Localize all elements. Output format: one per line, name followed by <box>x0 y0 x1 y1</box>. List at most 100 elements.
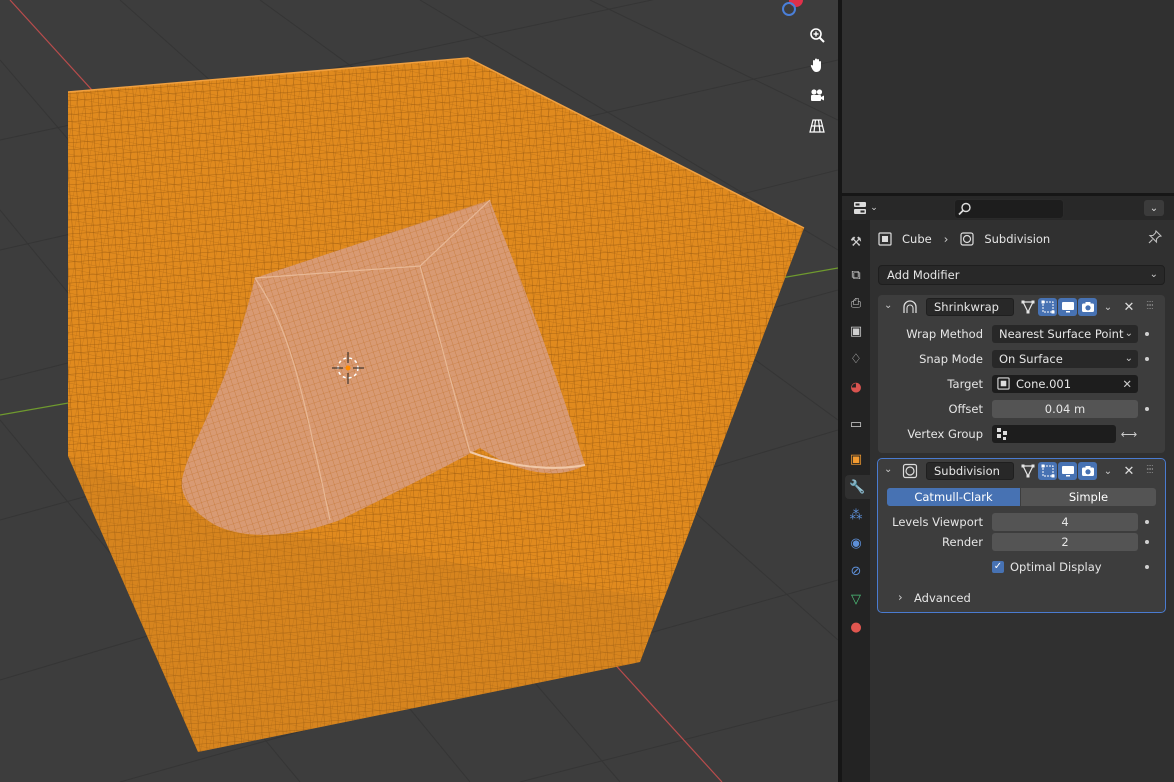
subdivision-panel-header[interactable]: ⌄ Subdivision ⌄ ✕ :::::::: <box>878 459 1165 483</box>
subdivision-icon <box>902 463 918 479</box>
snap-mode-dropdown[interactable]: On Surface ⌄ <box>992 350 1138 368</box>
camera-icon[interactable] <box>805 84 829 108</box>
vertex-group-label: Vertex Group <box>907 427 983 441</box>
tab-object[interactable]: ▣ <box>844 447 868 471</box>
wrap-method-value: Nearest Surface Point <box>999 327 1124 341</box>
subdivision-icon <box>960 232 974 246</box>
keyframe-dot-icon[interactable] <box>1145 332 1149 336</box>
wrap-method-label: Wrap Method <box>906 327 983 341</box>
wrap-method-dropdown[interactable]: Nearest Surface Point ⌄ <box>992 325 1138 343</box>
outliner-area[interactable] <box>842 0 1174 193</box>
realtime-toggle[interactable] <box>1058 462 1077 480</box>
constraints-icon: ⊘ <box>850 563 862 579</box>
object-icon: ▣ <box>849 451 863 467</box>
viewport-scene[interactable] <box>0 0 838 782</box>
edit-mode-toggle[interactable] <box>1018 298 1037 316</box>
catmull-clark-option[interactable]: Catmull-Clark <box>887 488 1020 506</box>
target-label: Target <box>947 377 983 391</box>
tab-constraints[interactable]: ⊘ <box>844 559 868 583</box>
keyframe-dot-icon[interactable] <box>1145 540 1149 544</box>
target-object-field[interactable]: Cone.001 ✕ <box>992 375 1138 393</box>
axis-gizmo-icon[interactable] <box>782 0 803 16</box>
optimal-display-label: Optimal Display <box>1010 560 1102 574</box>
vertex-triangle-icon <box>1021 300 1034 314</box>
drag-handle-icon[interactable]: :::::::: <box>1146 463 1154 475</box>
pin-icon[interactable] <box>1148 229 1163 247</box>
shrinkwrap-panel-header[interactable]: ⌄ Shrinkwrap ⌄ ✕ :::::::: <box>878 295 1165 319</box>
chevron-down-icon[interactable]: ⌄ <box>884 300 892 311</box>
remove-modifier-button[interactable]: ✕ <box>1121 462 1137 480</box>
chevron-down-icon[interactable]: ⌄ <box>884 464 892 475</box>
chevron-down-icon: ⌄ <box>1124 353 1133 364</box>
on-cage-toggle[interactable] <box>1038 298 1057 316</box>
optimal-display-checkbox[interactable]: ✓ <box>992 561 1004 573</box>
particles-icon: ⁂ <box>849 507 863 523</box>
tab-world[interactable]: ◕ <box>844 375 868 399</box>
material-icon: ● <box>850 619 862 635</box>
modifier-extras-dropdown[interactable]: ⌄ <box>1100 298 1116 316</box>
vertex-group-field[interactable] <box>992 425 1116 443</box>
tab-collection[interactable]: ▭ <box>844 412 868 436</box>
properties-editor: ⌄ ⌄ ⚒ ⧉ ⎙ ▣ ♢ ◕ ▭ ▣ 🔧 ⁂ ◉ ⊘ ▽ ● Cube › S… <box>842 196 1174 782</box>
shrinkwrap-panel: ⌄ Shrinkwrap ⌄ ✕ :::::::: Wrap Method Ne… <box>878 295 1165 453</box>
modifier-name-field[interactable]: Subdivision <box>926 462 1014 480</box>
output-icon: ⎙ <box>850 295 862 311</box>
subdivision-panel: ⌄ Subdivision ⌄ ✕ :::::::: Catmull-Clark… <box>877 458 1166 613</box>
keyframe-dot-icon[interactable] <box>1145 357 1149 361</box>
chevron-right-icon[interactable]: › <box>898 590 903 604</box>
tab-physics[interactable]: ◉ <box>844 531 868 555</box>
modifier-name-field[interactable]: Shrinkwrap <box>926 298 1014 316</box>
close-icon: ✕ <box>1123 463 1135 479</box>
tab-data[interactable]: ▽ <box>844 587 868 611</box>
clear-icon[interactable]: ✕ <box>1122 375 1132 393</box>
tab-modifiers[interactable]: 🔧 <box>845 475 870 499</box>
zoom-icon[interactable] <box>805 23 829 47</box>
keyframe-dot-icon[interactable] <box>1145 565 1149 569</box>
keyframe-dot-icon[interactable] <box>1145 520 1149 524</box>
advanced-subpanel-header[interactable]: Advanced <box>914 591 971 605</box>
tab-output[interactable]: ⎙ <box>844 291 868 315</box>
vertex-triangle-icon <box>1021 464 1034 478</box>
monitor-icon <box>1061 302 1074 313</box>
scene-icon: ♢ <box>850 351 862 367</box>
tab-tool[interactable]: ⚒ <box>844 230 868 254</box>
hand-pan-icon[interactable] <box>805 53 829 77</box>
on-cage-toggle[interactable] <box>1038 462 1057 480</box>
chevron-right-icon: › <box>943 232 949 246</box>
render-levels-label: Render <box>942 535 983 549</box>
shrinkwrap-icon <box>903 300 917 313</box>
monitor-icon <box>1061 466 1074 477</box>
realtime-toggle[interactable] <box>1058 298 1077 316</box>
add-modifier-button[interactable]: Add Modifier ⌄ <box>878 265 1165 285</box>
add-modifier-label: Add Modifier <box>887 268 960 282</box>
simple-option[interactable]: Simple <box>1021 488 1156 506</box>
chevron-down-icon: ⌄ <box>1103 465 1113 477</box>
target-value: Cone.001 <box>1016 377 1072 391</box>
modifier-extras-dropdown[interactable]: ⌄ <box>1100 462 1116 480</box>
tab-particles[interactable]: ⁂ <box>844 503 868 527</box>
offset-field[interactable]: 0.04 m <box>992 400 1138 418</box>
perspective-grid-icon[interactable] <box>805 114 829 138</box>
invert-arrows-icon[interactable]: ⟷ <box>1119 425 1139 443</box>
render-levels-field[interactable]: 2 <box>992 533 1138 551</box>
physics-icon: ◉ <box>850 535 862 551</box>
vertex-group-icon <box>997 428 1007 440</box>
edit-mode-toggle[interactable] <box>1018 462 1037 480</box>
tab-render[interactable]: ⧉ <box>844 263 868 287</box>
search-input[interactable] <box>954 199 1064 219</box>
tab-material[interactable]: ● <box>844 615 868 639</box>
view-layer-icon: ▣ <box>849 323 863 339</box>
tab-view-layer[interactable]: ▣ <box>844 319 868 343</box>
options-dropdown-button[interactable]: ⌄ <box>1144 200 1164 216</box>
tab-scene[interactable]: ♢ <box>844 347 868 371</box>
drag-handle-icon[interactable]: :::::::: <box>1146 299 1154 311</box>
levels-viewport-field[interactable]: 4 <box>992 513 1138 531</box>
keyframe-dot-icon[interactable] <box>1145 407 1149 411</box>
editor-type-button[interactable]: ⌄ <box>850 200 882 216</box>
render-toggle[interactable] <box>1078 462 1097 480</box>
checkmark-icon: ✓ <box>993 561 1003 572</box>
remove-modifier-button[interactable]: ✕ <box>1121 298 1137 316</box>
render-toggle[interactable] <box>1078 298 1097 316</box>
3d-viewport[interactable] <box>0 0 838 782</box>
breadcrumb-object: Cube <box>902 232 932 246</box>
